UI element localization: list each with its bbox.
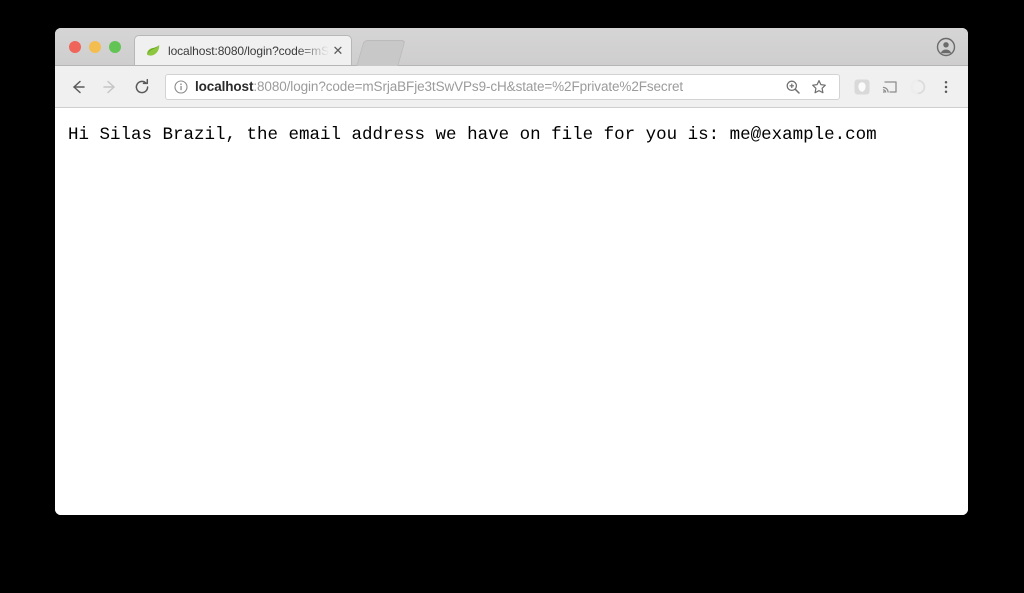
address-bar[interactable]: localhost:8080/login?code=mSrjaBFje3tSwV… [165, 73, 840, 100]
browser-tab[interactable]: localhost:8080/login?code=mS ✕ [134, 35, 352, 65]
three-dot-menu-icon[interactable] [934, 75, 958, 99]
close-window-button[interactable] [69, 41, 81, 53]
window-controls [69, 41, 121, 53]
extension-icons [850, 75, 958, 99]
back-arrow-icon[interactable] [65, 74, 91, 100]
browser-window: localhost:8080/login?code=mS ✕ localhost… [55, 28, 968, 515]
circle-extension-icon[interactable] [906, 75, 930, 99]
star-outline-icon[interactable] [807, 75, 831, 99]
url-host: localhost [195, 79, 254, 94]
maximize-window-button[interactable] [109, 41, 121, 53]
account-avatar-icon[interactable] [936, 37, 956, 57]
info-circle-icon[interactable] [174, 79, 188, 94]
minimize-window-button[interactable] [89, 41, 101, 53]
url-path: :8080/login?code=mSrjaBFje3tSwVPs9-cH&st… [253, 79, 684, 94]
forward-arrow-icon [97, 74, 123, 100]
page-viewport: Hi Silas Brazil, the email address we ha… [55, 108, 968, 515]
tab-title: localhost:8080/login?code=mS [168, 43, 329, 58]
page-body-text: Hi Silas Brazil, the email address we ha… [68, 125, 877, 145]
browser-toolbar: localhost:8080/login?code=mSrjaBFje3tSwV… [55, 66, 968, 108]
reload-icon[interactable] [129, 74, 155, 100]
new-tab-button[interactable] [356, 40, 406, 66]
shield-extension-icon[interactable] [850, 75, 874, 99]
close-tab-button[interactable]: ✕ [331, 44, 345, 58]
zoom-magnifier-icon[interactable] [781, 75, 805, 99]
omnibox-actions [775, 75, 831, 99]
url-text: localhost:8080/login?code=mSrjaBFje3tSwV… [195, 79, 683, 94]
cast-icon[interactable] [878, 75, 902, 99]
tab-strip: localhost:8080/login?code=mS ✕ [55, 28, 968, 66]
spring-leaf-icon [145, 43, 161, 59]
